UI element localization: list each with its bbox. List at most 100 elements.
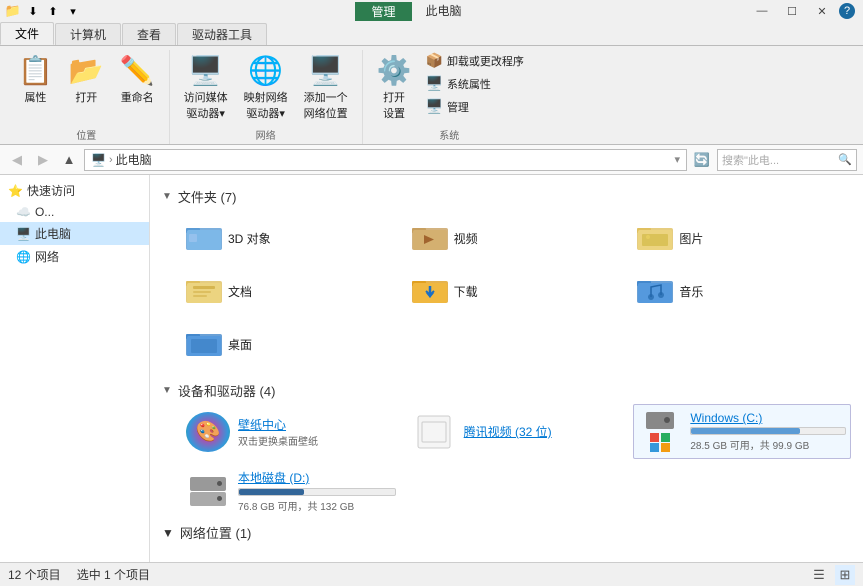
map-network-btn[interactable]: 🌐 映射网络驱动器▾: [238, 50, 294, 125]
folder-video[interactable]: 视频: [408, 214, 626, 263]
folder-3d[interactable]: 3D 对象: [182, 214, 400, 263]
local-d-item[interactable]: 本地磁盘 (D:) 76.8 GB 可用，共 132 GB: [182, 463, 400, 519]
rename-btn[interactable]: ✏️ 重命名: [114, 50, 161, 109]
sidebar-item-quickaccess[interactable]: ⭐ 快速访问: [0, 179, 149, 202]
devices-arrow: ▼: [162, 385, 172, 396]
network-section-header[interactable]: ▼ 网络位置 (1): [162, 519, 851, 546]
folder-doc[interactable]: 文档: [182, 267, 400, 316]
open-settings-btn[interactable]: ⚙️ 打开设置: [371, 50, 418, 125]
open-btn[interactable]: 📂 打开: [63, 50, 110, 109]
tencent-info: 腾讯视频 (32 位): [464, 423, 622, 440]
sidebar-item-network[interactable]: 🌐 网络: [0, 245, 149, 268]
folder-desktop[interactable]: 桌面: [182, 320, 400, 369]
uninstall-btn[interactable]: 📦 卸载或更改程序: [422, 50, 528, 71]
path-icon: 🖥️: [91, 153, 106, 167]
folder-icon-qa[interactable]: 📁: [4, 2, 22, 20]
system-group-label: 系统: [371, 125, 528, 144]
folder-pic[interactable]: 图片: [633, 214, 851, 263]
local-d-name[interactable]: 本地磁盘 (D:): [238, 469, 396, 486]
sidebar: ⭐ 快速访问 ☁️ O... 🖥️ 此电脑 🌐 网络: [0, 175, 150, 562]
system-properties-btn[interactable]: 🖥️ 系统属性: [422, 73, 528, 94]
undo-btn[interactable]: ⬇: [24, 2, 42, 20]
windows-c-bar: [690, 427, 846, 435]
add-network-icon: 🖥️: [308, 54, 343, 87]
subtitle-label: 此电脑: [412, 1, 476, 21]
wallpaper-icon-box: 🎨: [186, 412, 230, 452]
windows-c-item[interactable]: Windows (C:) 28.5 GB 可用，共 99.9 GB: [633, 404, 851, 459]
folder-desktop-name: 桌面: [228, 336, 252, 353]
content-area: ▼ 文件夹 (7) 3D 对象: [150, 175, 863, 562]
folders-title: 文件夹 (7): [178, 187, 237, 206]
forward-btn[interactable]: ▶: [32, 149, 54, 171]
redo-btn[interactable]: ⬆: [44, 2, 62, 20]
back-btn[interactable]: ◀: [6, 149, 28, 171]
tencent-name[interactable]: 腾讯视频 (32 位): [464, 423, 622, 440]
minimize-btn[interactable]: —: [749, 2, 775, 20]
uninstall-label: 卸载或更改程序: [447, 53, 524, 69]
map-network-icon: 🌐: [248, 54, 283, 87]
properties-label: 属性: [24, 89, 46, 105]
sidebar-item-thispc[interactable]: 🖥️ 此电脑: [0, 222, 149, 245]
devices-grid: 🎨 壁纸中心 双击更换桌面壁纸: [162, 404, 851, 519]
devices-title: 设备和驱动器 (4): [178, 381, 276, 400]
thispc-icon: 🖥️: [16, 227, 31, 241]
up-btn[interactable]: ▲: [58, 149, 80, 171]
windows-c-info: Windows (C:) 28.5 GB 可用，共 99.9 GB: [690, 411, 846, 452]
search-box[interactable]: 搜索"此电... 🔍: [717, 149, 857, 171]
devices-section-header[interactable]: ▼ 设备和驱动器 (4): [162, 377, 851, 404]
path-dropdown[interactable]: ▾: [674, 153, 680, 166]
tab-driver-tools[interactable]: 驱动器工具: [177, 23, 267, 45]
close-btn[interactable]: ✕: [809, 2, 835, 20]
onedrive-icon: ☁️: [16, 205, 31, 219]
help-btn[interactable]: ?: [839, 3, 855, 19]
manage-icon: 🖥️: [426, 98, 443, 115]
status-info: 12 个项目 选中 1 个项目: [8, 566, 150, 583]
refresh-btn[interactable]: 🔄: [691, 149, 713, 171]
windows-c-name[interactable]: Windows (C:): [690, 411, 846, 425]
large-icon-view-btn[interactable]: ⊞: [835, 565, 855, 585]
wallpaper-center-item[interactable]: 🎨 壁纸中心 双击更换桌面壁纸: [182, 404, 400, 459]
folder-download-name: 下载: [454, 283, 478, 300]
wallpaper-name[interactable]: 壁纸中心: [238, 416, 396, 433]
address-path[interactable]: 🖥️ › 此电脑 ▾: [84, 149, 687, 171]
maximize-btn[interactable]: ☐: [779, 2, 805, 20]
selected-count: 选中 1 个项目: [77, 566, 150, 583]
access-media-btn[interactable]: 🖥️ 访问媒体驱动器▾: [178, 50, 234, 125]
network-title: 网络位置 (1): [180, 523, 252, 542]
sidebar-item-onedrive[interactable]: ☁️ O...: [0, 202, 149, 222]
folders-section-header[interactable]: ▼ 文件夹 (7): [162, 183, 851, 210]
windows-c-fill: [691, 428, 800, 434]
devices-inner-grid: 🎨 壁纸中心 双击更换桌面壁纸: [182, 404, 851, 519]
folder-music[interactable]: 音乐: [633, 267, 851, 316]
path-text: 此电脑: [116, 151, 152, 168]
local-d-icon-box: [186, 471, 230, 511]
qa-dropdown[interactable]: ▾: [64, 2, 82, 20]
onedrive-label: O...: [35, 205, 54, 219]
network-buttons: 🖥️ 访问媒体驱动器▾ 🌐 映射网络驱动器▾ 🖥️ 添加一个网络位置: [178, 50, 354, 125]
network-arrow: ▼: [162, 526, 174, 540]
cursor-area: [162, 546, 851, 562]
manage-tab[interactable]: 管理: [355, 2, 411, 21]
folder-3d-name: 3D 对象: [228, 230, 271, 247]
address-bar: ◀ ▶ ▲ 🖥️ › 此电脑 ▾ 🔄 搜索"此电... 🔍: [0, 145, 863, 175]
network-label: 网络: [35, 248, 59, 265]
properties-btn[interactable]: 📋 属性: [12, 50, 59, 109]
tab-computer[interactable]: 计算机: [55, 23, 121, 45]
view-controls: ☰ ⊞: [809, 565, 855, 585]
folder-download[interactable]: 下载: [408, 267, 626, 316]
add-network-btn[interactable]: 🖥️ 添加一个网络位置: [298, 50, 354, 125]
tencent-video-item[interactable]: 腾讯视频 (32 位): [408, 404, 626, 459]
network-group-label: 网络: [178, 125, 354, 144]
tab-view[interactable]: 查看: [122, 23, 176, 45]
details-view-btn[interactable]: ☰: [809, 565, 829, 585]
quick-access-toolbar: 📁 ⬇ ⬆ ▾: [4, 2, 82, 20]
folder-pic-name: 图片: [679, 230, 703, 247]
manage-btn[interactable]: 🖥️ 管理: [422, 96, 528, 117]
tab-file[interactable]: 文件: [0, 22, 54, 45]
wallpaper-info: 壁纸中心 双击更换桌面壁纸: [238, 416, 396, 448]
sys-prop-label: 系统属性: [447, 76, 491, 92]
search-icon[interactable]: 🔍: [838, 153, 852, 166]
wallpaper-subtitle: 双击更换桌面壁纸: [238, 433, 396, 448]
folder-video-icon: [412, 220, 448, 257]
open-label: 打开: [75, 89, 97, 105]
